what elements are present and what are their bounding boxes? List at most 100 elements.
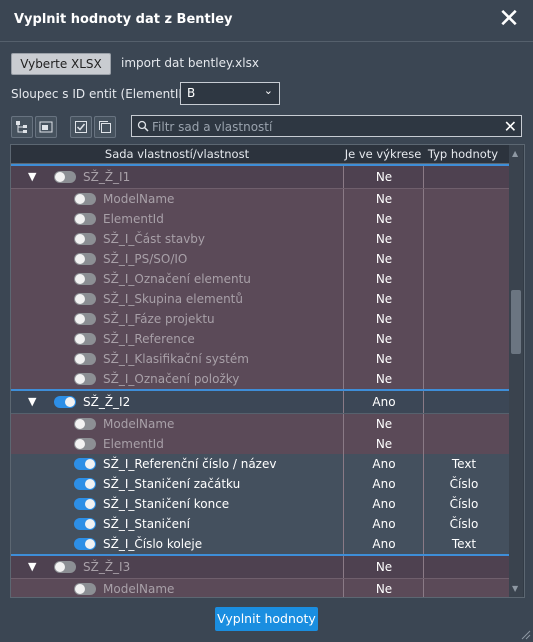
property-set-row[interactable]: ▼ SŽ_Ž_I1 Ne [11, 164, 509, 189]
toggle-knob [75, 214, 85, 224]
scroll-up-icon[interactable]: ▲ [512, 149, 518, 158]
value-type-cell: Číslo [423, 474, 504, 494]
property-row[interactable]: SŽ_I_Část stavby Ne [11, 229, 509, 250]
toggle-switch[interactable] [74, 458, 96, 470]
clear-filter-icon[interactable]: ✕ [504, 117, 517, 136]
checkbox-empty-icon [99, 121, 111, 133]
property-row[interactable]: SŽ_I_Skupina elementů Ne [11, 289, 509, 310]
value-type-cell [423, 309, 504, 329]
toggle-switch[interactable] [74, 333, 96, 345]
toggle-switch[interactable] [74, 538, 96, 550]
property-row[interactable]: ModelName Ne [11, 414, 509, 435]
toggle-knob [75, 419, 85, 429]
in-drawing-cell: Ne [343, 166, 424, 188]
name-cell: ▼ SŽ_Ž_I1 [11, 166, 343, 188]
property-row[interactable]: SŽ_I_Referenční číslo / název Ano Text [11, 454, 509, 475]
resize-grip-icon[interactable] [519, 628, 531, 640]
value-type-cell [423, 434, 504, 454]
value-type-cell [423, 556, 504, 578]
uncheck-all-button[interactable] [94, 116, 116, 138]
toggle-knob [75, 294, 85, 304]
name-cell: SŽ_I_Staničení konce [11, 494, 343, 514]
expand-triangle-icon[interactable]: ▼ [28, 556, 36, 578]
header-property-set[interactable]: Sada vlastností/vlastnost [11, 147, 343, 161]
value-type-cell: Číslo [423, 514, 504, 534]
select-xlsx-button[interactable]: Vyberte XLSX [11, 53, 111, 75]
scrollbar-thumb[interactable] [511, 290, 521, 354]
property-name: SŽ_I_Reference [103, 332, 195, 346]
property-row[interactable]: SŽ_I_Staničení Ano Číslo [11, 514, 509, 535]
toggle-switch[interactable] [74, 518, 96, 530]
toggle-knob [75, 314, 85, 324]
property-row[interactable]: SŽ_I_PS/SO/IO Ne [11, 249, 509, 270]
property-row[interactable]: SŽ_I_Staničení konce Ano Číslo [11, 494, 509, 515]
id-column-value: B [187, 86, 196, 100]
toggle-switch[interactable] [74, 373, 96, 385]
toggle-knob [75, 439, 85, 449]
close-icon[interactable]: ✕ [495, 5, 523, 33]
property-name: SŽ_I_Číslo koleje [103, 537, 203, 551]
in-drawing-cell: Ne [343, 209, 424, 229]
collapse-tree-button[interactable] [35, 116, 57, 138]
tree-collapse-icon [39, 121, 53, 133]
toggle-switch[interactable] [74, 253, 96, 265]
name-cell: ModelName [11, 414, 343, 434]
value-type-cell [423, 329, 504, 349]
check-all-button[interactable] [70, 116, 92, 138]
header-in-drawing[interactable]: Je ve výkrese [343, 147, 423, 161]
property-name: SŽ_I_PS/SO/IO [103, 252, 188, 266]
value-type-cell [423, 414, 504, 434]
property-row[interactable]: ElementId Ne [11, 209, 509, 230]
property-name: SŽ_Ž_I3 [83, 560, 131, 574]
expand-triangle-icon[interactable]: ▼ [28, 391, 36, 413]
toggle-switch[interactable] [74, 583, 96, 595]
toggle-switch[interactable] [74, 273, 96, 285]
property-row[interactable]: ElementId Ne [11, 434, 509, 455]
property-row[interactable]: SŽ_I_Označení elementu Ne [11, 269, 509, 290]
id-column-select[interactable]: B ⌄ [180, 82, 280, 105]
vertical-scrollbar[interactable]: ▲ ▼ [509, 145, 523, 597]
property-set-row[interactable]: ▼ SŽ_Ž_I2 Ano [11, 389, 509, 414]
in-drawing-cell: Ano [343, 391, 424, 413]
name-cell: SŽ_I_Číslo koleje [11, 534, 343, 554]
property-row[interactable]: ModelName Ne [11, 579, 509, 597]
property-row[interactable]: ModelName Ne [11, 189, 509, 210]
toggle-switch[interactable] [74, 313, 96, 325]
property-row[interactable]: SŽ_I_Reference Ne [11, 329, 509, 350]
selected-filename: import dat bentley.xlsx [121, 56, 259, 70]
property-row[interactable]: SŽ_I_Fáze projektu Ne [11, 309, 509, 330]
expand-tree-button[interactable] [11, 116, 33, 138]
chevron-down-icon: ⌄ [263, 84, 273, 97]
name-cell: SŽ_I_Část stavby [11, 229, 343, 249]
toggle-switch[interactable] [74, 438, 96, 450]
toggle-switch[interactable] [74, 418, 96, 430]
name-cell: ElementId [11, 434, 343, 454]
property-name: ElementId [103, 437, 164, 451]
toggle-switch[interactable] [74, 193, 96, 205]
property-row[interactable]: SŽ_I_Klasifikační systém Ne [11, 349, 509, 370]
name-cell: SŽ_I_Fáze projektu [11, 309, 343, 329]
name-cell: ▼ SŽ_Ž_I2 [11, 391, 343, 413]
search-icon [137, 120, 149, 132]
property-name: SŽ_I_Označení položky [103, 372, 240, 386]
toggle-switch[interactable] [74, 213, 96, 225]
header-value-type[interactable]: Typ hodnoty [423, 147, 503, 161]
toggle-switch[interactable] [54, 561, 76, 573]
name-cell: SŽ_I_Skupina elementů [11, 289, 343, 309]
filter-input[interactable] [150, 117, 494, 137]
toggle-switch[interactable] [74, 478, 96, 490]
property-row[interactable]: SŽ_I_Staničení začátku Ano Číslo [11, 474, 509, 495]
property-row[interactable]: SŽ_I_Označení položky Ne [11, 369, 509, 390]
filter-field[interactable]: ✕ [131, 115, 522, 137]
scroll-down-icon[interactable]: ▼ [512, 584, 518, 593]
expand-triangle-icon[interactable]: ▼ [28, 166, 36, 188]
toggle-switch[interactable] [74, 498, 96, 510]
toggle-switch[interactable] [54, 171, 76, 183]
fill-values-button[interactable]: Vyplnit hodnoty [215, 607, 318, 631]
toggle-switch[interactable] [74, 353, 96, 365]
toggle-switch[interactable] [54, 396, 76, 408]
property-set-row[interactable]: ▼ SŽ_Ž_I3 Ne [11, 554, 509, 579]
toggle-switch[interactable] [74, 233, 96, 245]
property-row[interactable]: SŽ_I_Číslo koleje Ano Text [11, 534, 509, 555]
toggle-switch[interactable] [74, 293, 96, 305]
